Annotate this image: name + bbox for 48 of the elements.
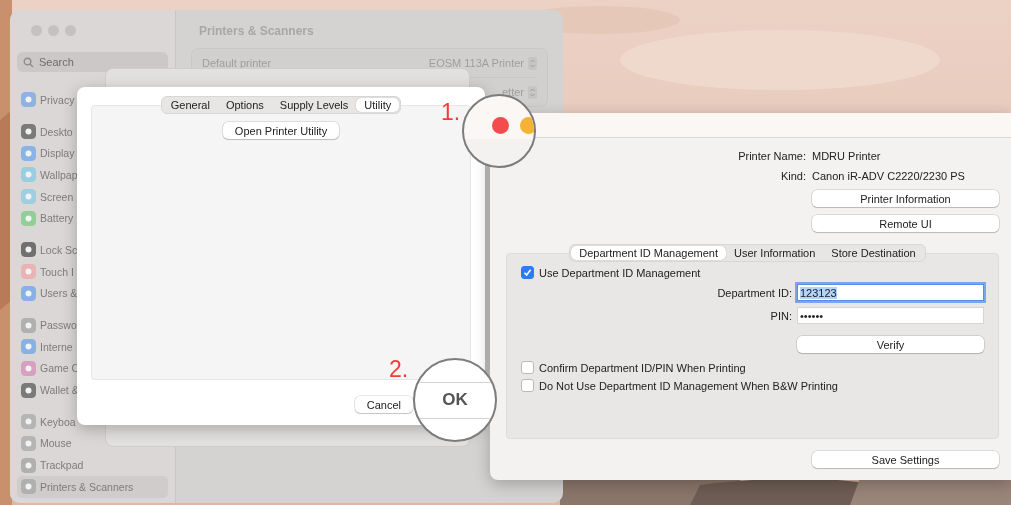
sidebar-item[interactable]: Keyboa (17, 410, 80, 433)
window-button[interactable]: Remote UI (812, 215, 999, 232)
field-label: PIN: (769, 309, 792, 322)
tab[interactable]: Store Destination (823, 246, 924, 260)
field-label: Printer Name: (737, 150, 806, 162)
checkbox[interactable] (521, 266, 534, 279)
search-field[interactable]: Search (17, 52, 168, 72)
sidebar-item[interactable]: Battery (17, 207, 78, 230)
stepper-icon[interactable] (528, 85, 537, 99)
sidebar-item[interactable]: Mouse (17, 432, 76, 455)
checkbox-label: Use Department ID Management (539, 266, 701, 279)
verify-button[interactable]: Verify (797, 336, 984, 353)
sidebar-item[interactable]: Screen (17, 185, 78, 208)
window-button[interactable]: Printer Information (812, 190, 999, 207)
tab[interactable]: Options (217, 98, 272, 112)
stepper-icon[interactable] (528, 56, 537, 70)
tab[interactable]: Utility (356, 98, 400, 112)
sidebar-item[interactable]: Users & (17, 282, 82, 305)
step-number: 1. (441, 99, 461, 126)
printer-kind: Canon iR-ADV C2220/2230 PS (812, 170, 966, 182)
sidebar-item[interactable]: Passwo (17, 314, 81, 336)
pin-field[interactable]: •••••• (797, 307, 984, 324)
checkbox-label: Do Not Use Department ID Management When B&W Printing (539, 379, 838, 392)
ok-button-label: OK (442, 390, 468, 410)
tab[interactable]: User Information (726, 246, 824, 260)
sidebar-item[interactable]: Privacy (17, 89, 79, 111)
cancel-button[interactable]: Cancel (354, 396, 413, 413)
sidebar-item[interactable]: Interne (17, 335, 77, 358)
checkbox[interactable] (521, 361, 534, 374)
field-label: Kind: (779, 170, 806, 182)
checkbox[interactable] (521, 379, 534, 392)
checkbox-label: Confirm Department ID/PIN When Printing (539, 361, 746, 374)
field-label: Department ID: (716, 286, 792, 299)
save-settings-button[interactable]: Save Settings (812, 451, 999, 468)
tab[interactable]: Department ID Management (571, 246, 727, 260)
search-icon (23, 56, 34, 68)
sidebar-item[interactable]: Display (17, 142, 79, 165)
sidebar-item[interactable]: Deskto (17, 120, 77, 143)
department-id-field[interactable]: 123123 (797, 284, 984, 301)
sidebar-item[interactable]: Trackpad (17, 454, 88, 476)
tab[interactable]: General (162, 98, 218, 112)
sidebar-item[interactable]: Printers & Scanners (17, 476, 168, 498)
sidebar-item[interactable]: Touch I (17, 260, 78, 283)
step-number: 2. (389, 356, 409, 383)
printer-name: MDRU Printer (812, 150, 882, 162)
tab[interactable]: Supply Levels (271, 98, 357, 112)
sidebar-item[interactable]: Lock Sc (17, 239, 82, 261)
open-utility-button[interactable]: Open Printer Utility (222, 122, 340, 139)
